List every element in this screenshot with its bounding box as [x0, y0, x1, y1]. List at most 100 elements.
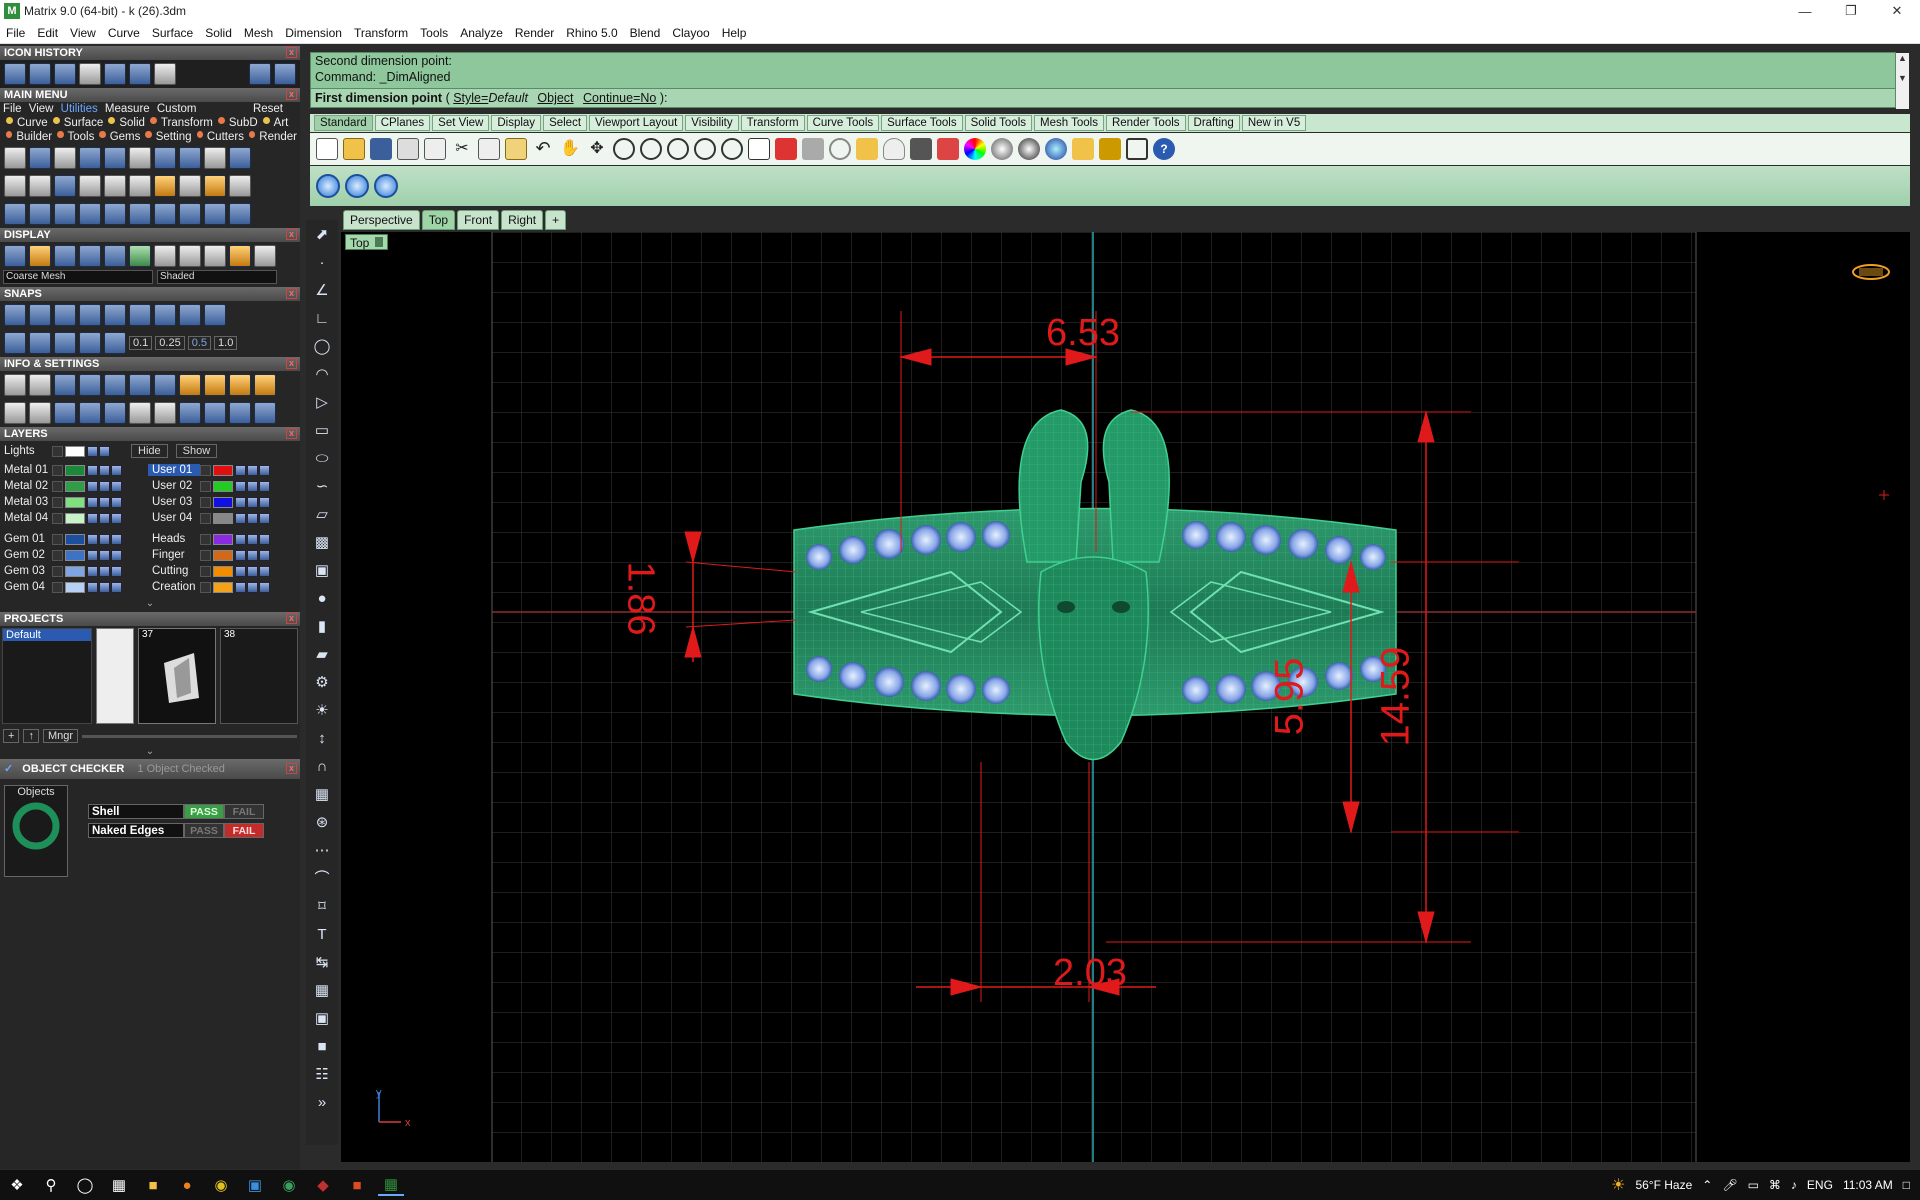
firefox-icon[interactable]: ● — [174, 1174, 200, 1196]
new-file-icon[interactable] — [316, 138, 338, 160]
tab-surface-tools[interactable]: Surface Tools — [881, 115, 963, 131]
layer-toggle-icon[interactable] — [111, 480, 122, 492]
tab-render-tools[interactable]: Render Tools — [1105, 115, 1186, 131]
project-default[interactable]: Default — [3, 629, 91, 641]
layer-row[interactable]: Metal 01 — [0, 462, 148, 478]
tool-icon[interactable] — [204, 203, 226, 225]
tab-visibility[interactable]: Visibility — [685, 115, 739, 131]
layer-toggle-icon[interactable] — [99, 533, 110, 545]
close-icon[interactable]: x — [286, 428, 297, 439]
print-icon[interactable] — [397, 138, 419, 160]
info-icon[interactable] — [154, 402, 176, 424]
dim-left-height[interactable]: 1.86 — [618, 562, 661, 636]
tool-icon[interactable] — [54, 203, 76, 225]
info-icon[interactable] — [254, 374, 276, 396]
layer-arrow-icon[interactable] — [52, 549, 63, 561]
lock-icon[interactable] — [87, 464, 98, 476]
layer-arrow-icon[interactable] — [200, 549, 211, 561]
language-indicator[interactable]: ENG — [1807, 1178, 1833, 1192]
shaded-icon[interactable] — [29, 245, 51, 267]
tool-icon[interactable] — [179, 175, 201, 197]
light-bulb-icon[interactable] — [883, 138, 905, 160]
layer-row[interactable]: Gem 01 — [0, 531, 148, 547]
menu-blend[interactable]: Blend — [624, 26, 667, 40]
dim-total-height[interactable]: 14.59 — [1374, 646, 1419, 746]
tool-icon[interactable] — [104, 175, 126, 197]
layer-arrow-icon[interactable] — [52, 581, 63, 593]
photoshop-icon[interactable]: ▣ — [242, 1174, 268, 1196]
paste-icon[interactable] — [505, 138, 527, 160]
dimension-icon[interactable]: ↹ — [311, 952, 333, 974]
layer-toggle-icon[interactable] — [259, 480, 270, 492]
collapse-icon[interactable]: ⌄ — [0, 746, 300, 757]
volume-icon[interactable]: ♪ — [1791, 1178, 1797, 1192]
globe-icon[interactable] — [54, 63, 76, 85]
save-icon[interactable] — [29, 63, 51, 85]
chrome-icon[interactable]: ◉ — [208, 1174, 234, 1196]
add-project-button[interactable]: + — [3, 729, 20, 743]
select-icon[interactable] — [104, 63, 126, 85]
sphere-icon[interactable] — [54, 245, 76, 267]
tool-icon[interactable] — [4, 147, 26, 169]
sphere-icon[interactable] — [254, 245, 276, 267]
layer-row[interactable]: Gem 02 — [0, 547, 148, 563]
hide-button[interactable]: Hide — [131, 444, 168, 458]
layer-toggle-icon[interactable] — [99, 512, 110, 524]
tool-icon[interactable] — [54, 175, 76, 197]
tool-icon[interactable] — [229, 203, 251, 225]
menu-analyze[interactable]: Analyze — [454, 26, 509, 40]
lock-icon[interactable] — [87, 480, 98, 492]
layer-toggle-icon[interactable] — [111, 512, 122, 524]
text-icon[interactable]: T — [311, 924, 333, 946]
circle-icon[interactable]: ◯ — [311, 336, 333, 358]
layer-toggle-icon[interactable] — [247, 565, 258, 577]
close-icon[interactable]: x — [286, 358, 297, 369]
material-sphere-icon[interactable] — [1045, 138, 1067, 160]
up-project-button[interactable]: ↑ — [23, 729, 39, 743]
rotate-view-icon[interactable]: ✥ — [586, 138, 608, 160]
grid-icon[interactable]: ☷ — [311, 1064, 333, 1086]
layer-color-swatch[interactable] — [65, 480, 85, 492]
render-icon[interactable]: ■ — [311, 1036, 333, 1058]
menu-surface[interactable]: Surface — [146, 26, 199, 40]
add-viewport-icon[interactable]: + — [545, 210, 567, 230]
command-scrollbar[interactable]: ▲ ▼ — [1896, 53, 1909, 109]
layer-toggle-icon[interactable] — [247, 549, 258, 561]
info-icon[interactable] — [4, 402, 26, 424]
tool-icon[interactable] — [4, 203, 26, 225]
layer-color-swatch[interactable] — [65, 496, 85, 508]
lock-icon[interactable] — [87, 496, 98, 508]
mesh-select[interactable]: Coarse Mesh — [3, 270, 153, 284]
mm-setting[interactable]: Setting — [156, 131, 192, 143]
info-icon[interactable] — [79, 374, 101, 396]
target-icon[interactable] — [829, 138, 851, 160]
cylinder-icon[interactable]: ▮ — [311, 616, 333, 638]
move-icon[interactable] — [104, 203, 126, 225]
layer-row[interactable]: Creation — [148, 579, 296, 595]
tool-icon[interactable] — [179, 147, 201, 169]
tool-icon[interactable] — [129, 175, 151, 197]
tab-viewport-layout[interactable]: Viewport Layout — [589, 115, 684, 131]
layer-row[interactable]: Cutting — [148, 563, 296, 579]
group-icon[interactable]: ⊛ — [311, 812, 333, 834]
layer-row[interactable]: User 04 — [148, 510, 296, 526]
close-icon[interactable]: x — [286, 763, 297, 774]
layer-toggle-icon[interactable] — [99, 480, 110, 492]
snap-icon[interactable] — [79, 332, 101, 354]
lock-icon[interactable] — [235, 549, 246, 561]
point-icon[interactable]: · — [311, 252, 333, 274]
layer-color-swatch[interactable] — [213, 565, 233, 577]
tab-front[interactable]: Front — [457, 210, 500, 230]
tab-standard[interactable]: Standard — [314, 115, 373, 131]
help-icon[interactable]: ? — [1153, 138, 1175, 160]
layer-toggle-icon[interactable] — [259, 512, 270, 524]
layer-color-swatch[interactable] — [65, 512, 85, 524]
menu-view[interactable]: View — [64, 26, 102, 40]
tab-solid-tools[interactable]: Solid Tools — [964, 115, 1032, 131]
menu-rhino5[interactable]: Rhino 5.0 — [560, 26, 623, 40]
tab-select[interactable]: Select — [543, 115, 588, 131]
lock-icon[interactable] — [87, 533, 98, 545]
mm-curve[interactable]: Curve — [17, 117, 48, 129]
close-icon[interactable]: x — [286, 229, 297, 240]
layer-color-swatch[interactable] — [65, 581, 85, 593]
